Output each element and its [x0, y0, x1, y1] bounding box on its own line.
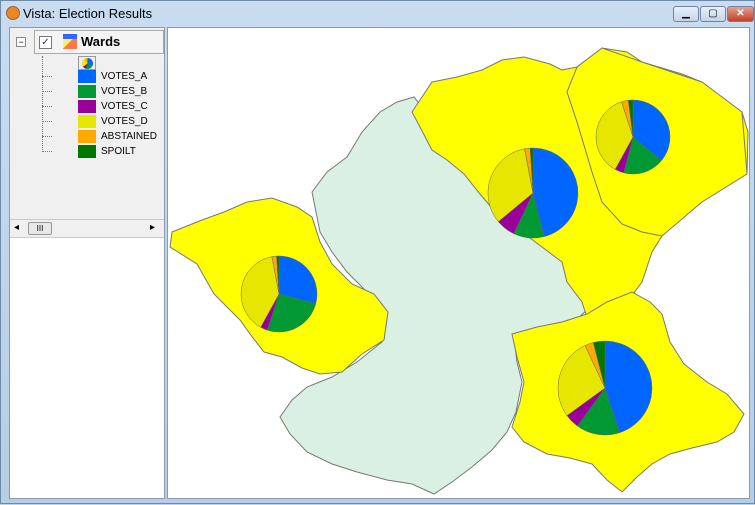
legend-item: VOTES_C [78, 100, 168, 114]
close-button[interactable]: ✕ [727, 6, 754, 22]
tree-line [42, 91, 52, 92]
tree-line [42, 56, 43, 152]
legend-swatch [78, 115, 96, 128]
ward-pie-chart [595, 99, 671, 175]
legend-label: VOTES_B [101, 86, 148, 97]
legend-label: ABSTAINED [101, 131, 157, 142]
layer-tree: − ✓ Wards VOTES_A VOTES_B VOTES_C VOTES_… [10, 28, 164, 220]
tree-line [42, 136, 52, 137]
scroll-left-arrow[interactable]: ◂ [14, 222, 19, 233]
legend-swatch [78, 130, 96, 143]
collapse-toggle[interactable]: − [16, 37, 26, 47]
tree-line [42, 151, 52, 152]
layer-row-wards[interactable]: ✓ Wards [34, 30, 164, 54]
ward-pie-chart [240, 255, 318, 333]
tree-line [42, 76, 52, 77]
scroll-right-arrow[interactable]: ▸ [150, 222, 155, 233]
map-canvas[interactable] [168, 28, 751, 500]
legend-item: ABSTAINED [78, 130, 168, 144]
legend-item: SPOILT [78, 145, 168, 159]
layer-visibility-checkbox[interactable]: ✓ [39, 36, 52, 49]
legend-label: VOTES_C [101, 101, 148, 112]
legend-item: VOTES_A [78, 70, 168, 84]
scroll-thumb[interactable]: III [28, 222, 52, 235]
tree-horizontal-scrollbar[interactable]: ◂ III ▸ [10, 220, 164, 238]
legend-swatch [78, 70, 96, 83]
polygon-layer-icon [63, 34, 77, 49]
legend-label: VOTES_A [101, 71, 148, 82]
layer-panel: − ✓ Wards VOTES_A VOTES_B VOTES_C VOTES_… [9, 27, 165, 499]
map-view[interactable] [167, 27, 750, 499]
legend-label: SPOILT [101, 146, 136, 157]
maximize-button[interactable]: ▢ [700, 6, 726, 22]
tree-line [42, 121, 52, 122]
minimize-button[interactable]: ▁ [673, 6, 699, 22]
legend-swatch [78, 85, 96, 98]
app-window: Vista: Election Results ▁ ▢ ✕ − ✓ Wards … [0, 0, 755, 504]
layer-name: Wards [81, 34, 121, 49]
legend-item: VOTES_D [78, 115, 168, 129]
window-title: Vista: Election Results [23, 6, 153, 21]
legend-swatch [78, 145, 96, 158]
ward-pie-chart [487, 147, 579, 239]
legend-swatch [78, 100, 96, 113]
app-icon [6, 6, 20, 20]
ward-pie-chart [557, 340, 653, 436]
pie-chart-style-icon[interactable] [78, 56, 96, 70]
legend-label: VOTES_D [101, 116, 148, 127]
legend-item: VOTES_B [78, 85, 168, 99]
tree-line [42, 106, 52, 107]
